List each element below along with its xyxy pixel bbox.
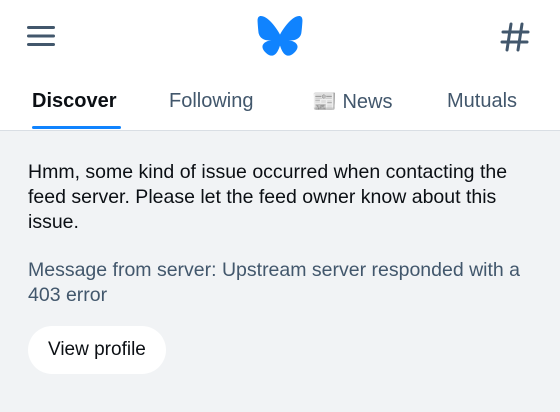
hamburger-menu-icon — [27, 26, 55, 46]
app-root: Discover Following 📰 News Mutuals Hmm, s… — [0, 0, 560, 412]
active-tab-indicator — [32, 126, 121, 129]
tab-following[interactable]: Following — [169, 72, 253, 130]
top-header: Discover Following 📰 News Mutuals — [0, 0, 560, 131]
feed-tabs: Discover Following 📰 News Mutuals — [0, 72, 560, 130]
menu-button[interactable] — [26, 22, 56, 50]
server-message: Message from server: Upstream server res… — [28, 259, 521, 306]
tab-mutuals[interactable]: Mutuals — [447, 72, 517, 130]
tab-discover[interactable]: Discover — [32, 72, 117, 130]
feed-error-panel: Hmm, some kind of issue occurred when co… — [28, 160, 538, 308]
hashtag-icon[interactable] — [498, 20, 532, 54]
tab-news[interactable]: 📰 News — [312, 72, 392, 130]
view-profile-button[interactable]: View profile — [28, 326, 166, 374]
error-message: Hmm, some kind of issue occurred when co… — [28, 161, 508, 233]
butterfly-logo-icon[interactable] — [257, 16, 303, 56]
